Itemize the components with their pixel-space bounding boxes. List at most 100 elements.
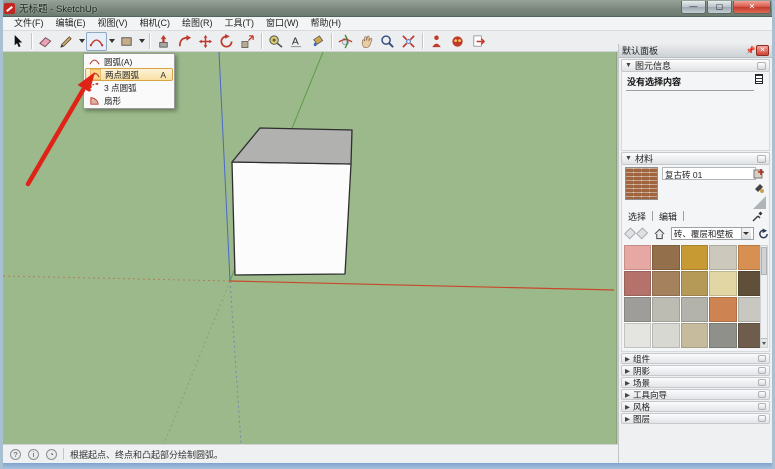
rectangle-tool-dropdown[interactable] xyxy=(137,32,146,51)
material-swatch[interactable] xyxy=(681,323,708,348)
pin-icon[interactable]: 📌 xyxy=(745,46,756,55)
tray-components[interactable]: ▶ 组件 xyxy=(621,353,770,364)
home-icon[interactable] xyxy=(654,228,665,240)
eyedropper-icon[interactable] xyxy=(752,210,764,222)
menu-item-three-point-arc[interactable]: 3 点圆弧 xyxy=(85,81,173,94)
entity-info-detach-button[interactable] xyxy=(757,62,766,70)
material-swatch[interactable] xyxy=(624,323,651,348)
maximize-button[interactable]: ▢ xyxy=(707,1,732,14)
arc-tool-button[interactable] xyxy=(86,32,107,51)
text-tool-button[interactable]: A xyxy=(286,32,307,51)
blue-axis xyxy=(219,52,230,281)
tray-detach-button[interactable] xyxy=(758,379,766,386)
scale-icon xyxy=(240,34,255,49)
entity-details-icon[interactable] xyxy=(755,74,763,84)
line-tool-button[interactable] xyxy=(56,32,77,51)
walk-tool-button[interactable] xyxy=(468,32,489,51)
zoom-extents-tool-button[interactable] xyxy=(398,32,419,51)
collection-dropdown[interactable]: 砖、覆层和壁板 xyxy=(671,227,754,240)
menu-view[interactable]: 视图(V) xyxy=(92,17,134,30)
pan-tool-button[interactable] xyxy=(356,32,377,51)
minimize-button[interactable]: — xyxy=(681,1,706,14)
menu-item-pie[interactable]: 扇形 xyxy=(85,94,173,107)
rotate-tool-button[interactable] xyxy=(216,32,237,51)
material-grid-scrollbar[interactable] xyxy=(760,245,768,348)
tab-select[interactable]: 选择 xyxy=(622,210,652,223)
cube-front-face[interactable] xyxy=(232,162,351,275)
eraser-tool-button[interactable] xyxy=(35,32,56,51)
material-swatch[interactable] xyxy=(681,245,708,270)
tray-scenes[interactable]: ▶ 场景 xyxy=(621,377,770,388)
menu-tools[interactable]: 工具(T) xyxy=(219,17,261,30)
menu-item-label: 两点圆弧 xyxy=(105,69,139,81)
claim-icon[interactable]: ◔ xyxy=(46,449,57,460)
forward-arrow-icon[interactable] xyxy=(636,227,648,239)
tray-close-button[interactable]: ✕ xyxy=(756,45,769,56)
push-pull-tool-button[interactable] xyxy=(153,32,174,51)
tab-edit[interactable]: 编辑 xyxy=(653,210,683,223)
chevron-right-icon: ▶ xyxy=(625,415,630,423)
material-swatch[interactable] xyxy=(681,297,708,322)
sample-paint-icon[interactable] xyxy=(753,182,765,194)
material-swatch[interactable] xyxy=(709,323,736,348)
material-swatch[interactable] xyxy=(624,297,651,322)
scrollbar-down-button[interactable] xyxy=(761,338,767,347)
tray-layers[interactable]: ▶ 图层 xyxy=(621,413,770,424)
material-swatch[interactable] xyxy=(624,245,651,270)
drawing-viewport[interactable] xyxy=(3,52,617,444)
zoom-tool-button[interactable] xyxy=(377,32,398,51)
material-name-field[interactable]: 复古砖 01 xyxy=(662,167,756,180)
material-swatch[interactable] xyxy=(709,271,736,296)
follow-me-tool-button[interactable] xyxy=(174,32,195,51)
material-swatch[interactable] xyxy=(652,323,679,348)
look-around-icon xyxy=(450,34,465,49)
cube-top-face[interactable] xyxy=(232,128,352,164)
position-camera-tool-button[interactable] xyxy=(426,32,447,51)
material-swatch[interactable] xyxy=(709,297,736,322)
rectangle-tool-button[interactable] xyxy=(116,32,137,51)
select-tool-button[interactable] xyxy=(7,32,28,51)
tape-measure-tool-button[interactable] xyxy=(265,32,286,51)
details-menu-icon[interactable] xyxy=(758,228,769,240)
material-swatch[interactable] xyxy=(652,297,679,322)
material-swatch[interactable] xyxy=(652,245,679,270)
arc-tool-dropdown[interactable] xyxy=(107,32,116,51)
scale-tool-button[interactable] xyxy=(237,32,258,51)
material-swatch[interactable] xyxy=(624,271,651,296)
tray-shadows[interactable]: ▶ 阴影 xyxy=(621,365,770,376)
menu-camera[interactable]: 相机(C) xyxy=(134,17,177,30)
tray-detach-button[interactable] xyxy=(758,415,766,422)
tray-styles[interactable]: ▶ 风格 xyxy=(621,401,770,412)
menu-item-arc[interactable]: 圆弧(A) xyxy=(85,55,173,68)
tray-detach-button[interactable] xyxy=(758,355,766,362)
move-tool-button[interactable] xyxy=(195,32,216,51)
materials-header[interactable]: ▼ 材料 xyxy=(621,152,770,165)
secondary-pane-toggle-icon[interactable] xyxy=(752,196,767,210)
material-swatch[interactable] xyxy=(681,271,708,296)
line-tool-dropdown[interactable] xyxy=(77,32,86,51)
active-material-preview[interactable] xyxy=(625,167,658,200)
menu-item-two-point-arc[interactable]: 两点圆弧 A xyxy=(85,68,173,81)
scrollbar-thumb[interactable] xyxy=(761,247,767,275)
back-arrow-icon[interactable] xyxy=(624,227,636,239)
credits-icon[interactable]: i xyxy=(28,449,39,460)
tray-detach-button[interactable] xyxy=(758,403,766,410)
menu-edit[interactable]: 编辑(E) xyxy=(50,17,92,30)
close-button[interactable]: ✕ xyxy=(733,1,771,14)
paint-bucket-tool-button[interactable] xyxy=(307,32,328,51)
material-swatch[interactable] xyxy=(709,245,736,270)
tray-instructor[interactable]: ▶ 工具向导 xyxy=(621,389,770,400)
entity-info-header[interactable]: ▼ 图元信息 xyxy=(621,59,770,72)
materials-detach-button[interactable] xyxy=(757,155,766,163)
menu-window[interactable]: 窗口(W) xyxy=(260,17,305,30)
menu-help[interactable]: 帮助(H) xyxy=(305,17,348,30)
tray-detach-button[interactable] xyxy=(758,391,766,398)
menu-draw[interactable]: 绘图(R) xyxy=(176,17,219,30)
geolocation-icon[interactable]: ? xyxy=(10,449,21,460)
look-around-tool-button[interactable] xyxy=(447,32,468,51)
orbit-tool-button[interactable] xyxy=(335,32,356,51)
tray-detach-button[interactable] xyxy=(758,367,766,374)
material-swatch[interactable] xyxy=(652,271,679,296)
create-material-icon[interactable] xyxy=(753,168,765,180)
menu-file[interactable]: 文件(F) xyxy=(8,17,50,30)
